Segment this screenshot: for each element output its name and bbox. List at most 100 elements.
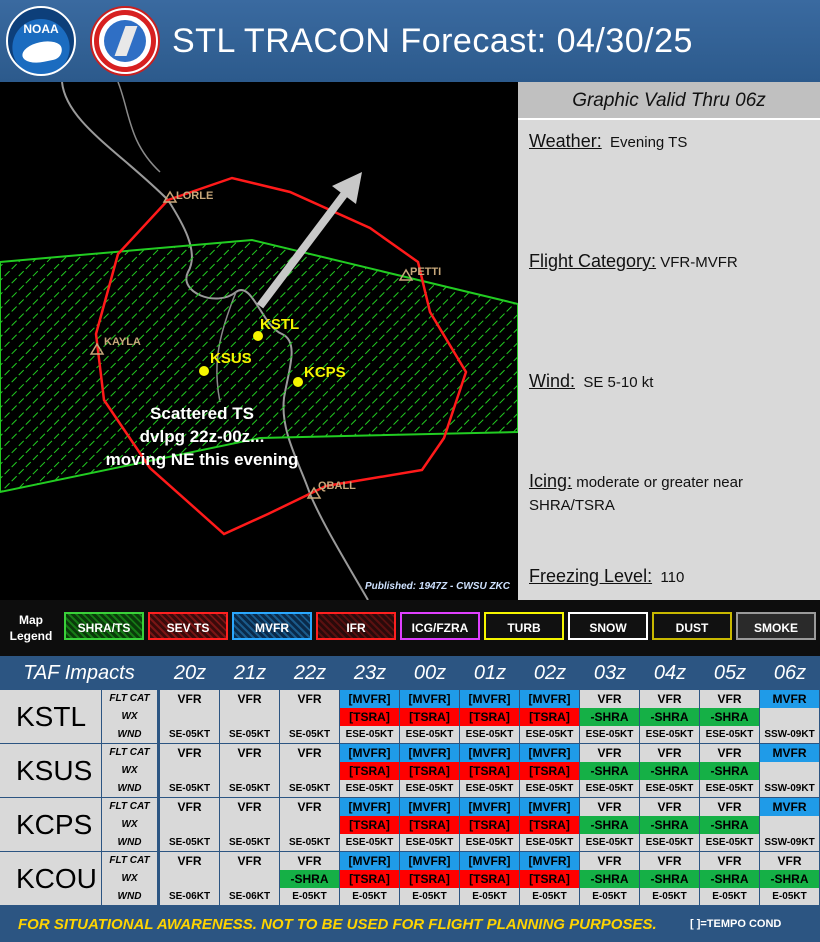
taf-cell-wx: -SHRA <box>700 870 760 888</box>
taf-hour-header: 01z <box>473 662 507 684</box>
taf-cell-flt: VFR <box>580 852 640 870</box>
waypoint-label: PETTI <box>410 266 442 278</box>
taf-cell-wnd: ESE-05KT <box>340 834 400 852</box>
taf-cell-wnd: ESE-05KT <box>700 726 760 744</box>
noaa-logo: NOAA <box>6 6 76 76</box>
taf-cell-wx <box>220 708 280 726</box>
taf-title: TAF Impacts <box>23 662 135 684</box>
taf-cell-wx: [TSRA] <box>520 708 580 726</box>
info-panel: Graphic Valid Thru 06z Weather: Evening … <box>518 82 820 600</box>
flight-category-key: Flight Category: <box>529 251 657 271</box>
taf-cell-wnd: ESE-05KT <box>700 834 760 852</box>
taf-cell-flt: [MVFR] <box>460 798 520 816</box>
taf-cell-wnd: SE-05KT <box>280 726 340 744</box>
taf-cell-wnd: SSW-09KT <box>760 726 820 744</box>
taf-cell-flt: VFR <box>580 798 640 816</box>
taf-cell-wnd: ESE-05KT <box>340 726 400 744</box>
taf-cell-wnd: ESE-05KT <box>400 726 460 744</box>
taf-cell-flt: [MVFR] <box>520 852 580 870</box>
forecast-map: LORLE PETTI KAYLA QBALL KSTL KSUS KCPS S… <box>0 82 518 600</box>
taf-cell-flt: [MVFR] <box>460 744 520 762</box>
airport-kcps-dot <box>293 377 303 387</box>
waypoint-label: QBALL <box>318 480 356 492</box>
taf-cell-wnd: ESE-05KT <box>460 780 520 798</box>
taf-cell-wx: -SHRA <box>640 708 700 726</box>
taf-cell-wx: [TSRA] <box>460 708 520 726</box>
taf-cell-wx <box>160 708 220 726</box>
map-caption: Scattered TS dvlpg 22z-00z... moving NE … <box>84 402 320 471</box>
taf-row-label: FLT CAT <box>102 852 158 870</box>
taf-row-label: WND <box>102 726 158 744</box>
taf-cell-wx: -SHRA <box>640 816 700 834</box>
wind-value: SE 5-10 kt <box>583 374 654 391</box>
taf-cell-wnd: ESE-05KT <box>640 726 700 744</box>
taf-cell-wx: [TSRA] <box>340 870 400 888</box>
taf-cell-flt: VFR <box>160 690 220 708</box>
taf-cell-wnd: SE-05KT <box>280 834 340 852</box>
taf-row-label: WND <box>102 888 158 906</box>
taf-cell-wnd: SE-06KT <box>160 888 220 906</box>
taf-cell-flt: VFR <box>700 744 760 762</box>
taf-cell-wnd: SE-05KT <box>220 726 280 744</box>
taf-cell-wnd: ESE-05KT <box>640 780 700 798</box>
taf-cell-flt: VFR <box>760 852 820 870</box>
taf-cell-wnd: ESE-05KT <box>340 780 400 798</box>
taf-cell-wnd: ESE-05KT <box>700 780 760 798</box>
taf-cell-flt: [MVFR] <box>520 798 580 816</box>
taf-cell-wnd: E-05KT <box>640 888 700 906</box>
legend-shra-ts: SHRA/TS <box>64 612 144 640</box>
taf-cell-flt: VFR <box>280 798 340 816</box>
page-title: STL TRACON Forecast: 04/30/25 <box>172 22 693 60</box>
taf-cell-wnd: SE-05KT <box>160 780 220 798</box>
freezing-level-row: Freezing Level: 110 <box>529 565 814 589</box>
taf-row-label: WX <box>102 870 158 888</box>
map-caption-line: dvlpg 22z-00z... <box>139 427 265 446</box>
taf-cell-flt: VFR <box>220 744 280 762</box>
taf-cell-wx: [TSRA] <box>520 870 580 888</box>
map-caption-line: Scattered TS <box>150 404 254 423</box>
taf-hour-header: 06z <box>773 662 807 684</box>
map-caption-line: moving NE this evening <box>105 450 299 469</box>
weather-value: Evening TS <box>610 134 688 151</box>
taf-cell-flt: VFR <box>580 744 640 762</box>
map-graphic <box>0 82 518 600</box>
legend-snow: SNOW <box>568 612 648 640</box>
taf-cell-wx: -SHRA <box>640 870 700 888</box>
taf-cell-wx <box>160 762 220 780</box>
taf-cell-flt: VFR <box>280 744 340 762</box>
header-bar: NOAA STL TRACON Forecast: 04/30/25 <box>0 0 820 82</box>
taf-cell-wx <box>160 870 220 888</box>
taf-cell-wx: [TSRA] <box>400 708 460 726</box>
taf-cell-flt: VFR <box>640 690 700 708</box>
taf-cell-wnd: SSW-09KT <box>760 780 820 798</box>
taf-cell-wx: [TSRA] <box>340 762 400 780</box>
tempo-note: [ ]=TEMPO COND <box>690 918 782 930</box>
published-time: Published: 1947Z - CWSU ZKC <box>364 581 510 592</box>
taf-cell-flt: VFR <box>160 798 220 816</box>
taf-cell-wnd: E-05KT <box>340 888 400 906</box>
taf-cell-wx: [TSRA] <box>400 762 460 780</box>
taf-cell-wx <box>280 762 340 780</box>
taf-cell-wx: [TSRA] <box>400 870 460 888</box>
footer: FOR SITUATIONAL AWARENESS. NOT TO BE USE… <box>0 906 820 942</box>
taf-cell-flt: [MVFR] <box>520 744 580 762</box>
taf-cell-flt: [MVFR] <box>340 798 400 816</box>
taf-cell-flt: VFR <box>280 690 340 708</box>
taf-cell-wnd: ESE-05KT <box>460 726 520 744</box>
taf-row-label: FLT CAT <box>102 798 158 816</box>
airport-ksus-dot <box>199 366 209 376</box>
taf-cell-wx: [TSRA] <box>400 816 460 834</box>
taf-cell-wx: [TSRA] <box>340 816 400 834</box>
taf-cell-wnd: ESE-05KT <box>400 834 460 852</box>
waypoint-label: LORLE <box>176 190 214 202</box>
taf-station-label: KSTL <box>0 690 102 744</box>
taf-cell-wx: -SHRA <box>580 816 640 834</box>
taf-cell-flt: [MVFR] <box>400 852 460 870</box>
taf-cell-wx: -SHRA <box>700 708 760 726</box>
taf-hour-header: 03z <box>593 662 627 684</box>
taf-cell-wx: -SHRA <box>700 816 760 834</box>
taf-cell-flt: VFR <box>220 690 280 708</box>
taf-hour-header: 02z <box>533 662 567 684</box>
taf-cell-wx <box>220 762 280 780</box>
valid-time: Graphic Valid Thru 06z <box>518 82 820 120</box>
